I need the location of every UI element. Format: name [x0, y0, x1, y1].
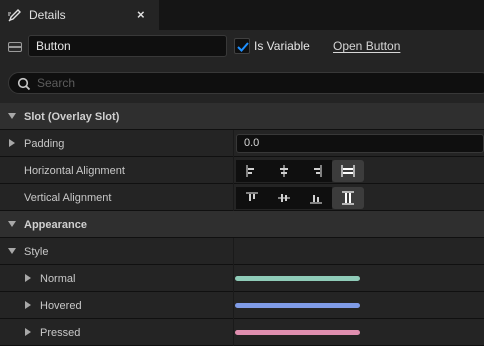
column-divider: [233, 184, 234, 211]
tab-bar: Details ×: [0, 0, 484, 30]
chevron-down-icon: [8, 113, 16, 119]
chevron-right-icon[interactable]: [9, 139, 15, 147]
horizontal-alignment-label: Horizontal Alignment: [24, 165, 125, 177]
padding-input[interactable]: 0.0: [236, 134, 484, 153]
align-middle-icon: [278, 194, 290, 202]
align-top-icon: [246, 192, 258, 201]
vertical-alignment-label: Vertical Alignment: [24, 192, 112, 204]
padding-label: Padding: [24, 138, 65, 150]
widget-header: Button Is Variable Open Button: [0, 30, 484, 63]
style-hovered-row: Hovered: [0, 292, 484, 319]
column-divider: [233, 319, 234, 346]
align-fill-vertical-button[interactable]: [332, 187, 364, 209]
align-center-icon: [280, 165, 288, 177]
style-normal-row: Normal: [0, 265, 484, 292]
style-row[interactable]: Style: [0, 238, 484, 265]
style-normal-label: Normal: [40, 273, 76, 285]
align-fill-horizontal-icon: [341, 165, 355, 177]
is-variable-checkbox[interactable]: [234, 38, 250, 54]
align-bottom-icon: [310, 195, 322, 204]
align-fill-vertical-icon: [342, 191, 354, 205]
normal-color-swatch[interactable]: [235, 276, 360, 281]
chevron-down-icon: [8, 221, 16, 227]
style-pressed-label: Pressed: [40, 327, 81, 339]
align-top-button[interactable]: [236, 187, 268, 209]
is-variable-label: Is Variable: [254, 39, 310, 53]
vertical-alignment-buttons: [236, 187, 364, 209]
chevron-right-icon[interactable]: [25, 274, 31, 282]
align-center-button[interactable]: [268, 160, 300, 182]
tab-title: Details: [29, 8, 66, 22]
align-middle-button[interactable]: [268, 187, 300, 209]
section-appearance-title: Appearance: [24, 219, 87, 231]
pressed-color-swatch[interactable]: [235, 330, 360, 335]
column-divider: [233, 157, 234, 184]
widget-name-input[interactable]: Button: [28, 35, 227, 57]
align-left-button[interactable]: [236, 160, 268, 182]
search-box[interactable]: [8, 72, 484, 94]
horizontal-alignment-buttons: [236, 160, 364, 182]
column-divider: [233, 130, 234, 157]
align-right-button[interactable]: [300, 160, 332, 182]
search-icon: [17, 77, 31, 91]
style-pressed-row: Pressed: [0, 319, 484, 346]
chevron-down-icon: [8, 248, 16, 254]
search-input[interactable]: [37, 73, 457, 93]
vertical-alignment-row: Vertical Alignment: [0, 184, 484, 211]
column-divider: [233, 292, 234, 319]
align-fill-horizontal-button[interactable]: [332, 160, 364, 182]
close-icon[interactable]: ×: [137, 7, 145, 22]
column-divider: [233, 265, 234, 292]
chevron-right-icon[interactable]: [25, 301, 31, 309]
align-left-icon: [246, 165, 254, 177]
hovered-color-swatch[interactable]: [235, 303, 360, 308]
align-right-icon: [314, 165, 322, 177]
align-bottom-button[interactable]: [300, 187, 332, 209]
section-slot-header[interactable]: Slot (Overlay Slot): [0, 103, 484, 130]
column-divider: [233, 238, 234, 265]
pencil-icon: [7, 7, 23, 23]
open-button-link[interactable]: Open Button: [333, 39, 400, 53]
checkmark-icon: [237, 42, 249, 52]
search-row: [0, 63, 484, 103]
style-label: Style: [24, 246, 49, 258]
details-tab[interactable]: Details ×: [0, 0, 159, 30]
chevron-right-icon[interactable]: [25, 328, 31, 336]
horizontal-alignment-row: Horizontal Alignment: [0, 157, 484, 184]
padding-row: Padding 0.0: [0, 130, 484, 157]
section-appearance-header[interactable]: Appearance: [0, 211, 484, 238]
style-hovered-label: Hovered: [40, 300, 82, 312]
widget-type-icon: [8, 42, 22, 52]
section-slot-title: Slot (Overlay Slot): [24, 111, 120, 123]
